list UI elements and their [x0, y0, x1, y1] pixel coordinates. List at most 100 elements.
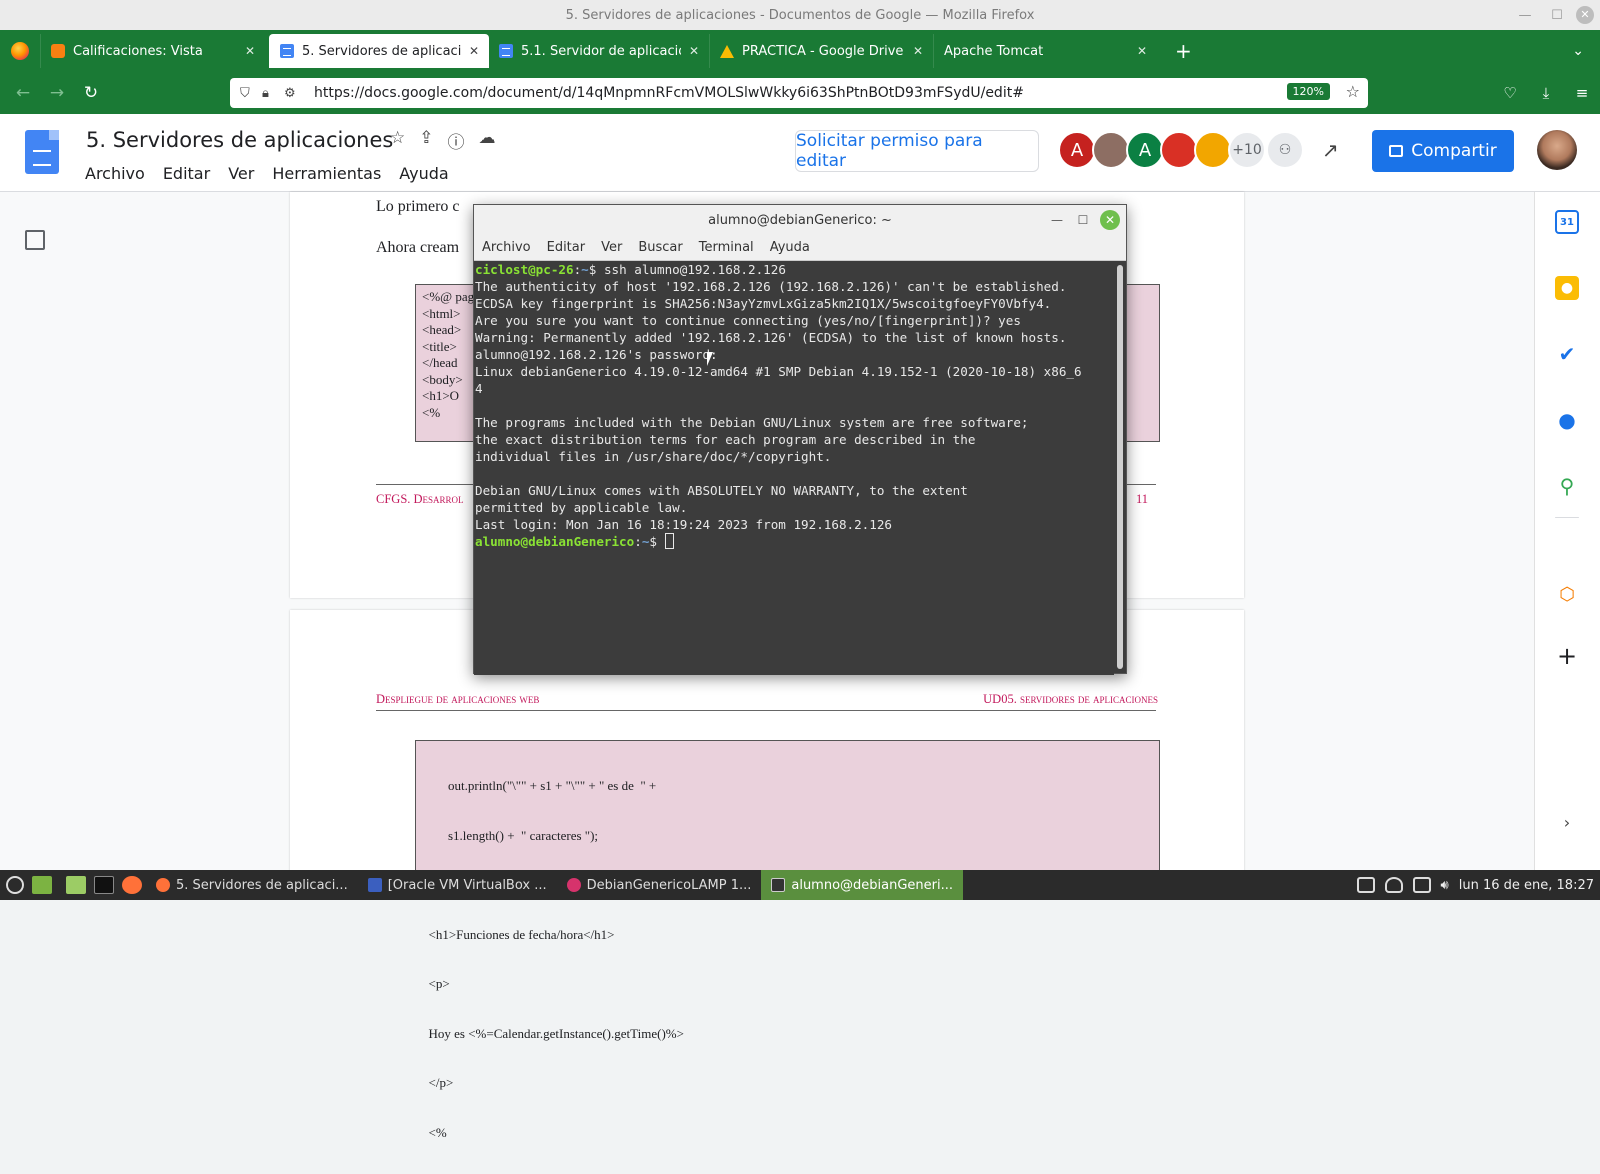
tasks-icon[interactable]: ✔ — [1555, 342, 1579, 366]
shield-icon[interactable]: ⛉ — [240, 86, 262, 101]
terminal-launcher-icon[interactable] — [94, 876, 114, 894]
desktop-taskbar: 5. Servidores de aplicaci... [Oracle VM … — [0, 870, 1600, 900]
back-icon[interactable]: ← — [6, 83, 40, 103]
clock[interactable]: lun 16 de ene, 18:27 — [1459, 878, 1594, 893]
lock-icon[interactable]: 🔒︎ — [262, 86, 284, 101]
avatar[interactable] — [1194, 131, 1232, 169]
menu-editar[interactable]: Editar — [163, 164, 210, 183]
close-tab-icon[interactable]: ✕ — [689, 44, 699, 58]
tab-practica-drive[interactable]: PRÁCTICA - Google Drive ✕ — [709, 34, 933, 68]
chevron-down-icon[interactable]: ⌄ — [1572, 43, 1584, 59]
url-text[interactable]: https://docs.google.com/document/d/14qMn… — [314, 85, 1024, 101]
firefox-launcher-icon[interactable] — [122, 876, 142, 894]
outline-icon[interactable] — [25, 230, 45, 250]
taskbar-item-virtualbox[interactable]: [Oracle VM VirtualBox ... — [358, 870, 557, 900]
calendar-icon[interactable]: 31 — [1555, 210, 1579, 234]
close-tab-icon[interactable]: ✕ — [469, 44, 479, 58]
volume-icon[interactable]: 🔊︎ — [1441, 878, 1449, 893]
avatar[interactable]: A — [1058, 131, 1096, 169]
chevron-right-icon[interactable]: › — [1555, 810, 1579, 834]
tab-servidores[interactable]: 5. Servidores de aplicaciones ✕ — [269, 34, 489, 68]
new-tab-icon[interactable]: + — [1175, 39, 1192, 63]
file-manager-icon[interactable] — [66, 876, 86, 894]
command-text: ssh alumno@192.168.2.126 — [603, 262, 786, 277]
taskbar-item-terminal[interactable]: alumno@debianGeneri... — [761, 870, 964, 900]
maximize-icon[interactable]: ☐ — [1544, 8, 1570, 23]
taskbar-label: 5. Servidores de aplicaci... — [176, 877, 348, 893]
menu-ayuda[interactable]: Ayuda — [399, 164, 448, 183]
forward-icon[interactable]: → — [40, 83, 74, 103]
people-chat-icon[interactable]: ⚇ — [1266, 131, 1304, 169]
account-avatar[interactable] — [1537, 130, 1577, 170]
contacts-icon[interactable]: ● — [1555, 408, 1579, 432]
maximize-icon[interactable]: ☐ — [1074, 213, 1092, 227]
update-shield-icon[interactable] — [1384, 877, 1403, 893]
system-tray: 🔊︎ lun 16 de ene, 18:27 — [1356, 870, 1594, 900]
output-line: The authenticity of host '192.168.2.126 … — [475, 279, 1067, 294]
move-to-drive-icon[interactable]: ⇪ — [419, 128, 433, 153]
menu-archivo[interactable]: Archivo — [85, 164, 145, 183]
terminal-titlebar[interactable]: alumno@debianGenerico: ~ — ☐ ✕ — [474, 205, 1126, 235]
menu-editar[interactable]: Editar — [547, 240, 586, 255]
download-icon[interactable]: ⤓ — [1528, 84, 1564, 102]
prompt-path: ~ — [641, 534, 650, 549]
close-window-icon[interactable]: ✕ — [1576, 6, 1594, 24]
menu-terminal[interactable]: Terminal — [699, 240, 754, 255]
avatar[interactable]: A — [1126, 131, 1164, 169]
info-icon[interactable]: ⓘ — [448, 128, 465, 153]
activity-trend-icon[interactable]: ↗ — [1322, 138, 1339, 162]
menu-ayuda[interactable]: Ayuda — [770, 240, 810, 255]
keep-icon[interactable]: ● — [1555, 276, 1579, 300]
document-title[interactable]: 5. Servidores de aplicaciones — [86, 128, 393, 152]
add-icon[interactable]: + — [1555, 642, 1579, 670]
avatar[interactable] — [1092, 131, 1130, 169]
cloud-status-icon[interactable]: ☁ — [479, 128, 496, 153]
network-icon[interactable] — [1412, 877, 1431, 893]
menu-ver[interactable]: Ver — [601, 240, 622, 255]
minimize-icon[interactable]: — — [1512, 8, 1538, 23]
zoom-indicator[interactable]: 120% — [1286, 83, 1330, 100]
menu-herramientas[interactable]: Herramientas — [272, 164, 381, 183]
avatar[interactable] — [1160, 131, 1198, 169]
docs-icon — [499, 44, 513, 58]
firefox-view-button[interactable] — [0, 30, 40, 72]
close-tab-icon[interactable]: ✕ — [245, 44, 255, 58]
minimize-icon[interactable]: — — [1048, 213, 1066, 227]
close-tab-icon[interactable]: ✕ — [1137, 44, 1147, 58]
terminal-scrollbar[interactable] — [1117, 265, 1123, 669]
request-edit-button[interactable]: Solicitar permiso para editar — [795, 130, 1039, 172]
show-desktop-icon[interactable] — [32, 876, 52, 894]
pocket-icon[interactable]: ♡ — [1492, 84, 1528, 102]
bookmark-star-icon[interactable]: ☆ — [1346, 82, 1360, 101]
tab-label: Apache Tomcat — [944, 43, 1044, 59]
taskbar-item-firefox[interactable]: 5. Servidores de aplicaci... — [146, 870, 358, 900]
menu-ver[interactable]: Ver — [228, 164, 254, 183]
docs-icon — [280, 44, 294, 58]
menu-archivo[interactable]: Archivo — [482, 240, 531, 255]
reload-icon[interactable]: ↻ — [74, 83, 108, 103]
output-line: permitted by applicable law. — [475, 500, 688, 515]
address-bar[interactable]: ⛉ 🔒︎ ⚙︎ https://docs.google.com/document… — [230, 78, 1368, 108]
menu-icon[interactable]: ≡ — [1564, 84, 1600, 102]
office-addon-icon[interactable]: ⬡ — [1555, 582, 1579, 606]
taskbar-label: alumno@debianGeneri... — [791, 877, 954, 893]
share-button[interactable]: Compartir — [1372, 130, 1514, 172]
close-icon[interactable]: ✕ — [1100, 210, 1120, 230]
close-tab-icon[interactable]: ✕ — [913, 44, 923, 58]
tab-apache-tomcat[interactable]: Apache Tomcat ✕ — [933, 34, 1157, 68]
permissions-icon[interactable]: ⚙︎ — [284, 86, 306, 101]
menu-buscar[interactable]: Buscar — [638, 240, 682, 255]
taskbar-item-debian-vm[interactable]: DebianGenericoLAMP 1... — [557, 870, 762, 900]
google-docs-logo-icon[interactable] — [25, 130, 59, 174]
tab-servidor-51[interactable]: 5.1. Servidor de aplicaciones ✕ — [489, 34, 709, 68]
maps-icon[interactable]: ⚲ — [1555, 474, 1579, 498]
clipboard-icon[interactable] — [1356, 877, 1375, 893]
code-line: out.println("\"" + s1 + "\"" + " es de "… — [422, 778, 657, 793]
tab-calificaciones[interactable]: Calificaciones: Vista ✕ — [40, 34, 265, 68]
star-icon[interactable]: ☆ — [390, 128, 405, 153]
terminal-window[interactable]: alumno@debianGenerico: ~ — ☐ ✕ Archivo E… — [473, 204, 1127, 675]
drive-icon — [720, 44, 734, 58]
terminal-output[interactable]: ciclost@pc-26:~$ ssh alumno@192.168.2.12… — [474, 261, 1114, 675]
start-menu-icon[interactable] — [6, 876, 24, 894]
more-collaborators-badge[interactable]: +10 — [1228, 131, 1266, 169]
